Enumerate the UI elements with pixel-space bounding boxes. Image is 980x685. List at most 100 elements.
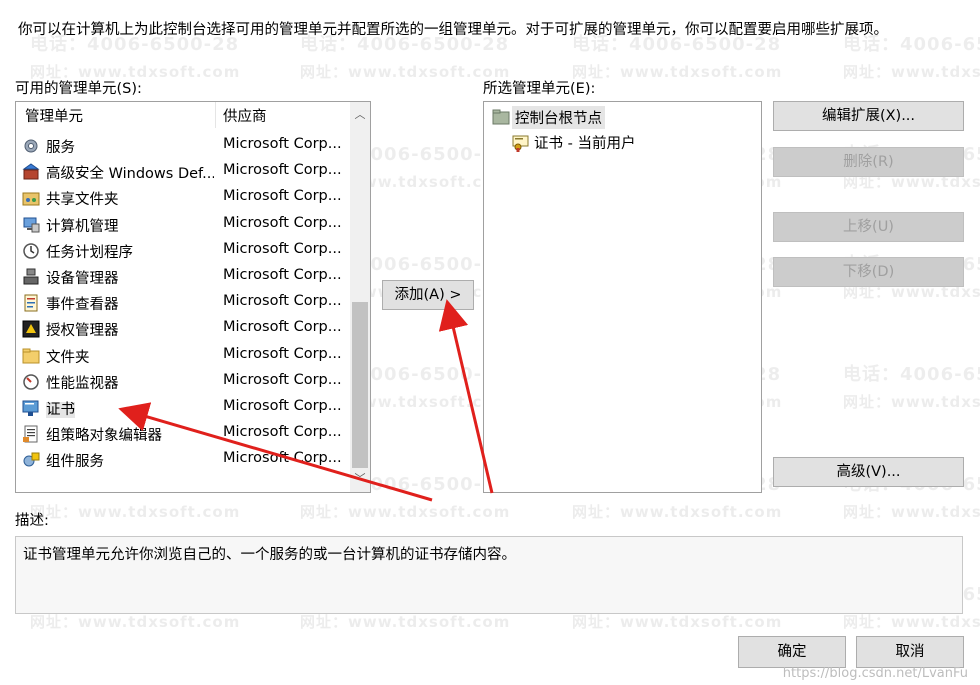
event-viewer-icon [24, 294, 38, 312]
snapin-name: 授权管理器 [46, 319, 214, 340]
component-services-icon [23, 452, 40, 467]
list-item[interactable]: 授权管理器 Microsoft Corp... [16, 316, 346, 342]
snapin-vendor: Microsoft Corp... [223, 267, 342, 283]
watermark-site: 网址：www.tdxsoft.com [300, 503, 511, 521]
tree-root-label: 控制台根节点 [512, 106, 605, 129]
intro-text: 你可以在计算机上为此控制台选择可用的管理单元并配置所选的一组管理单元。对于可扩展… [18, 22, 888, 38]
list-item[interactable]: 任务计划程序 Microsoft Corp... [16, 238, 346, 264]
snapin-name-text: 性能监视器 [46, 375, 119, 392]
available-snapins-list[interactable]: 管理单元 供应商 服务 Microsoft Corp... 高级安全 Windows… [15, 101, 371, 493]
snapin-name-text: 共享文件夹 [46, 192, 119, 209]
snapin-name-text: 任务计划程序 [46, 244, 133, 261]
list-item[interactable]: 共享文件夹 Microsoft Corp... [16, 185, 346, 211]
watermark-site: 网址：www.tdxsoft.com [300, 63, 511, 81]
footer-url: https://blog.csdn.net/LvanFu [782, 666, 968, 681]
snapin-vendor: Microsoft Corp... [223, 450, 342, 467]
description-box: 证书管理单元允许你浏览自己的、一个服务的或一台计算机的证书存储内容。 [15, 536, 963, 614]
folder-icon [22, 348, 40, 364]
snapin-name-text: 证书 [46, 402, 75, 418]
snapin-name: 共享文件夹 [46, 188, 214, 209]
move-up-button[interactable]: 上移(U) [773, 212, 964, 242]
snapin-vendor: Microsoft Corp... [223, 136, 342, 152]
watermark-site: 网址：www.tdxsoft.com [572, 613, 783, 631]
scroll-up-arrow[interactable]: ︿ [350, 104, 370, 126]
list-item[interactable]: 组策略对象编辑器 Microsoft Corp... [16, 421, 346, 447]
watermark-site: 网址：www.tdxsoft.com [300, 613, 511, 631]
watermark-site: 网址：www.tdxsoft.com [30, 503, 241, 521]
snapin-name: 组件服务 [46, 450, 214, 471]
column-header-snapin[interactable]: 管理单元 [25, 102, 83, 132]
policy-editor-icon [23, 425, 38, 443]
snapin-vendor: Microsoft Corp... [223, 398, 342, 414]
snapin-name-text: 授权管理器 [46, 323, 119, 340]
snapin-name: 性能监视器 [46, 372, 214, 393]
column-header-vendor[interactable]: 供应商 [223, 102, 267, 132]
snapin-name-text: 组策略对象编辑器 [46, 428, 162, 445]
certificate-icon [22, 400, 39, 416]
firewall-icon [22, 163, 40, 180]
performance-icon [23, 374, 39, 390]
watermark-site: 网址：www.tdxsoft.com [30, 613, 241, 631]
list-item[interactable]: 文件夹 Microsoft Corp... [16, 343, 346, 369]
watermark-site: 网址：www.tdxsoft.com [843, 613, 980, 631]
list-item[interactable]: 计算机管理 Microsoft Corp... [16, 212, 346, 238]
certificate-icon [512, 135, 529, 152]
list-item[interactable]: 设备管理器 Microsoft Corp... [16, 264, 346, 290]
snapin-vendor: Microsoft Corp... [223, 371, 342, 388]
selected-snapins-label: 所选管理单元(E): [483, 81, 596, 97]
watermark-site: 网址：www.tdxsoft.com [572, 63, 783, 81]
list-item[interactable]: 证书 Microsoft Corp... [16, 395, 346, 421]
description-text: 证书管理单元允许你浏览自己的、一个服务的或一台计算机的证书存储内容。 [23, 547, 516, 563]
snapin-vendor: Microsoft Corp... [223, 293, 342, 310]
snapin-name-text: 服务 [46, 140, 75, 156]
clock-icon [23, 243, 39, 259]
snapin-name: 文件夹 [46, 346, 214, 367]
snapin-vendor: Microsoft Corp... [223, 345, 342, 362]
list-item[interactable]: 事件查看器 Microsoft Corp... [16, 290, 346, 316]
snapin-name-text: 事件查看器 [46, 297, 119, 314]
watermark-site: 网址：www.tdxsoft.com [843, 63, 980, 81]
snapin-vendor: Microsoft Corp... [223, 240, 342, 257]
ok-button[interactable]: 确定 [738, 636, 846, 668]
snapin-name: 证书 [46, 398, 214, 419]
tree-child-label: 证书 - 当前用户 [534, 136, 636, 152]
snapin-name: 任务计划程序 [46, 241, 214, 262]
vertical-scrollbar[interactable]: ︿ ﹀ [350, 102, 370, 492]
snapin-name-text: 高级安全 Windows Def... [46, 166, 214, 183]
selected-snapins-tree[interactable]: 控制台根节点 证书 - 当前用户 [483, 101, 762, 493]
scroll-down-arrow[interactable]: ﹀ [350, 468, 370, 490]
snapin-vendor: Microsoft Corp... [223, 214, 342, 231]
snapin-vendor: Microsoft Corp... [223, 319, 342, 336]
snapin-vendor: Microsoft Corp... [223, 424, 342, 441]
list-item[interactable]: 高级安全 Windows Def... Microsoft Corp... [16, 159, 346, 185]
description-label: 描述: [15, 513, 49, 529]
column-separator[interactable] [215, 102, 216, 128]
gear-icon [24, 139, 38, 153]
available-snapins-label: 可用的管理单元(S): [15, 81, 142, 97]
advanced-button[interactable]: 高级(V)... [773, 457, 964, 487]
scroll-thumb[interactable] [352, 302, 368, 468]
snapin-name-text: 组件服务 [46, 454, 104, 471]
add-button[interactable]: 添加(A) > [382, 280, 474, 310]
snapin-name-text: 文件夹 [46, 349, 90, 366]
list-item[interactable]: 性能监视器 Microsoft Corp... [16, 369, 346, 395]
console-root-folder-icon [492, 109, 510, 125]
device-manager-icon [23, 268, 39, 285]
snapin-vendor: Microsoft Corp... [223, 162, 342, 179]
snapin-name: 组策略对象编辑器 [46, 424, 214, 445]
edit-extensions-button[interactable]: 编辑扩展(X)... [773, 101, 964, 131]
watermark-phone: 电话：4006-6500-28 [843, 364, 980, 385]
list-item[interactable]: 服务 Microsoft Corp... [16, 133, 346, 159]
list-item[interactable]: 组件服务 Microsoft Corp... [16, 447, 346, 473]
snapin-name: 计算机管理 [46, 215, 214, 236]
cancel-button[interactable]: 取消 [856, 636, 964, 668]
snapin-name: 服务 [46, 136, 214, 157]
move-down-button[interactable]: 下移(D) [773, 257, 964, 287]
computer-management-icon [23, 217, 40, 233]
remove-button[interactable]: 删除(R) [773, 147, 964, 177]
watermark-site: 网址：www.tdxsoft.com [843, 503, 980, 521]
snapin-vendor: Microsoft Corp... [223, 188, 342, 205]
shared-folder-icon [22, 192, 40, 206]
snapin-name: 设备管理器 [46, 267, 214, 288]
snapin-name-text: 计算机管理 [46, 218, 119, 235]
